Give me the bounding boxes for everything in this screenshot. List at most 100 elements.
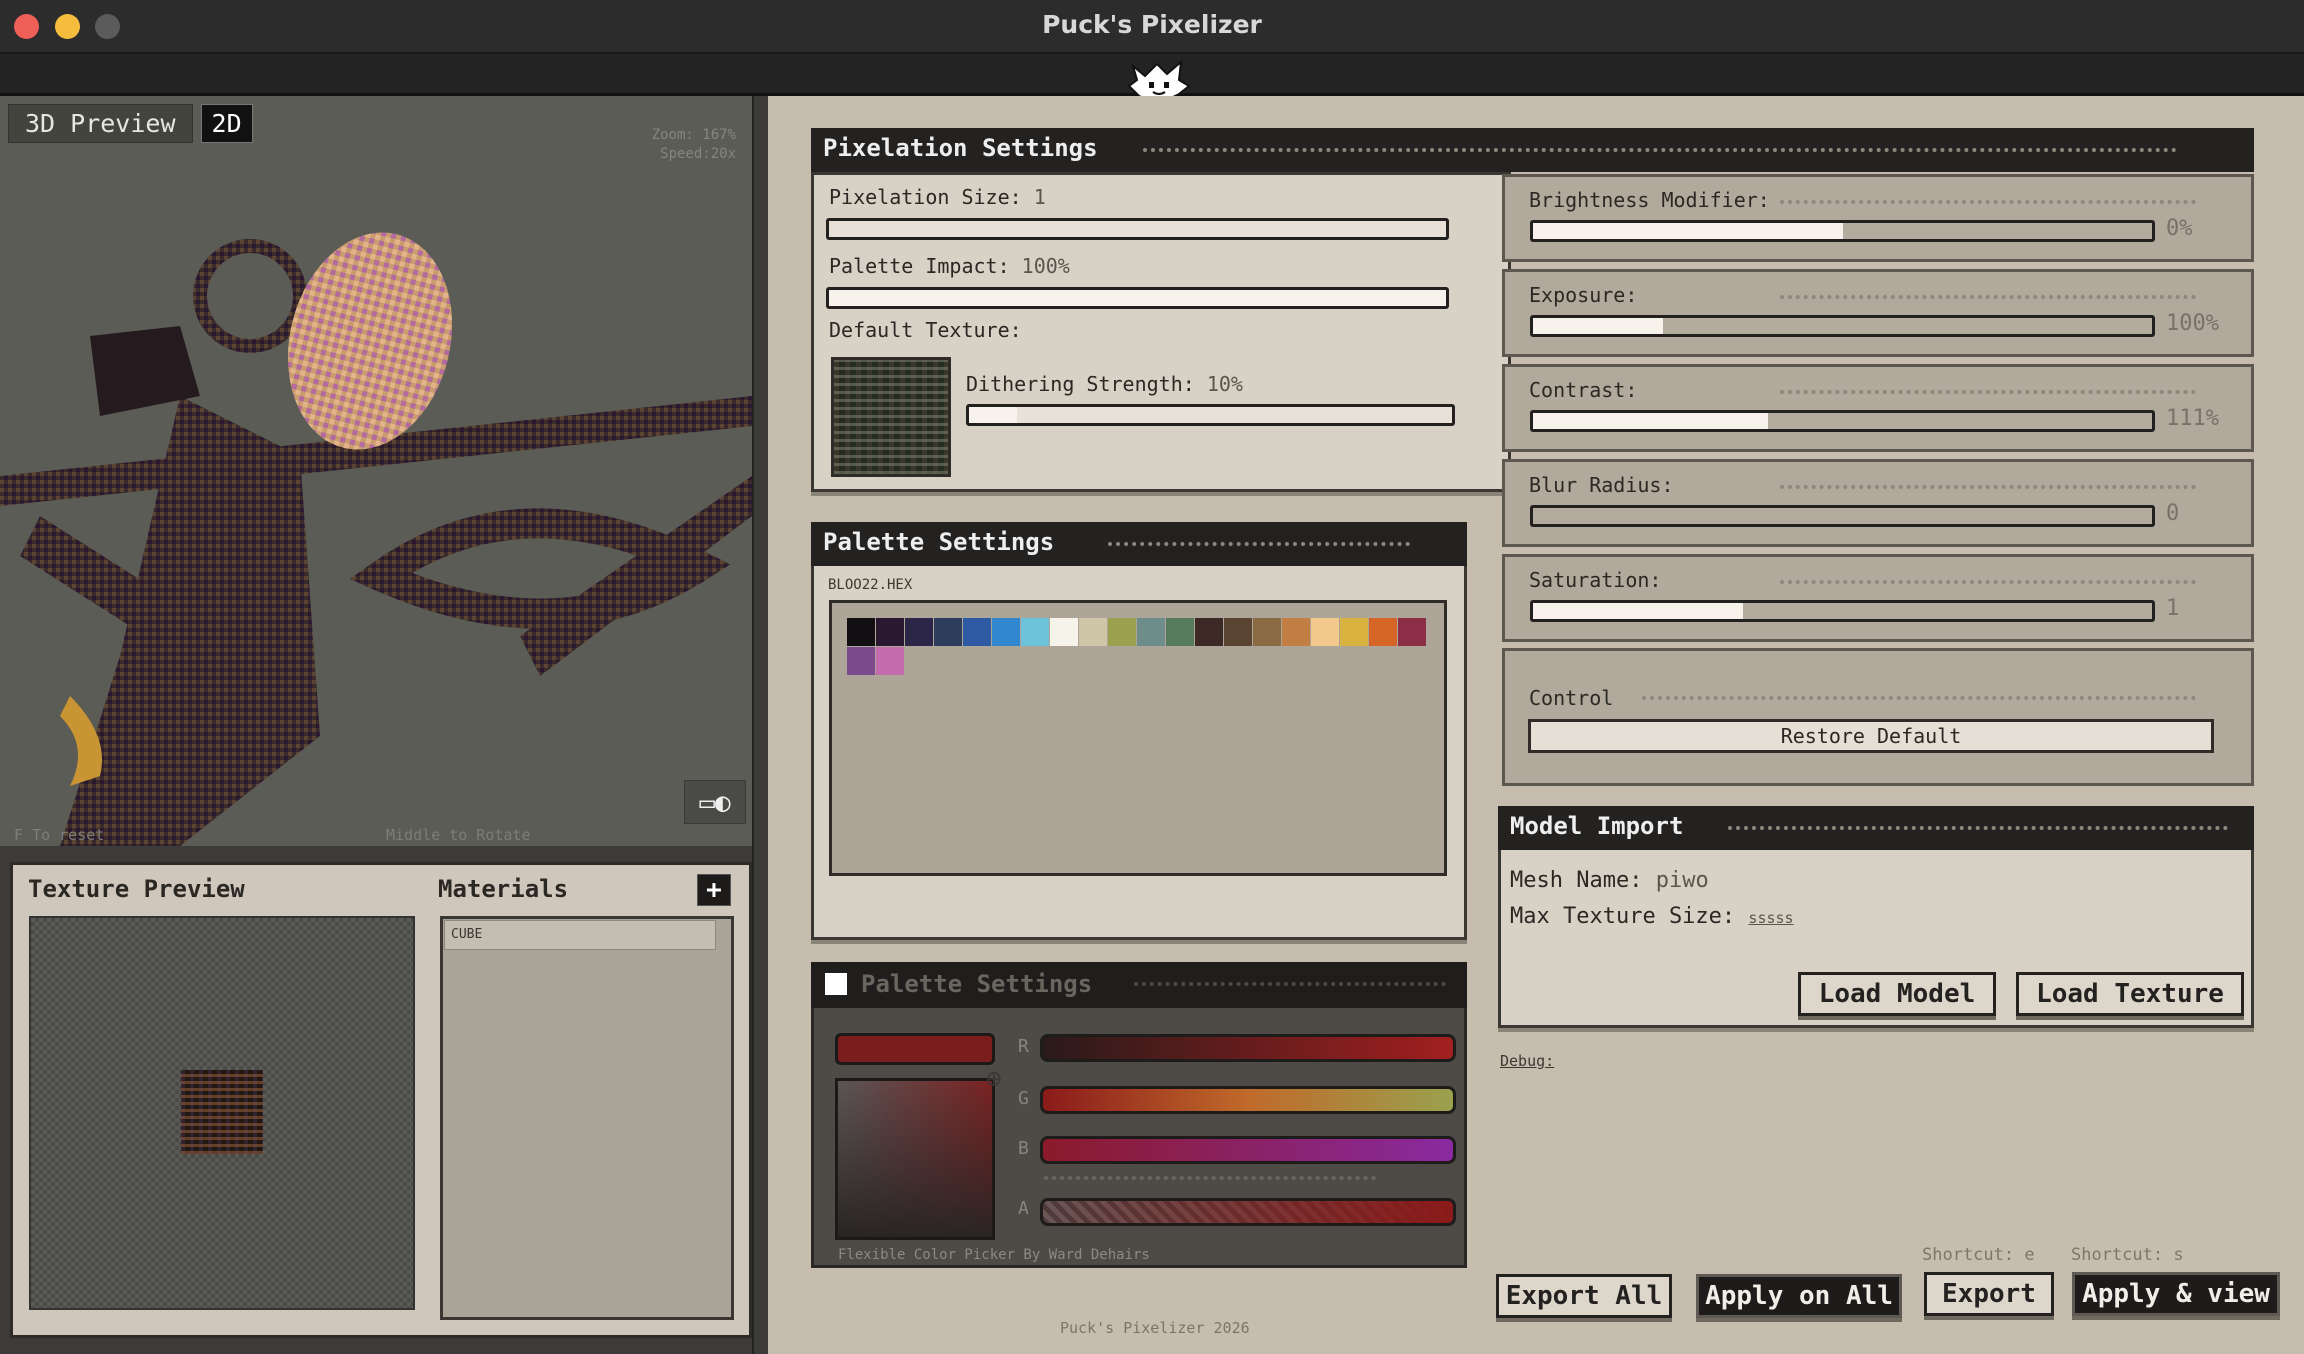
apply-and-view-button[interactable]: Apply & view: [2072, 1272, 2280, 1316]
debug-link[interactable]: Debug:: [1500, 1052, 1554, 1070]
export-button[interactable]: Export: [1924, 1272, 2054, 1316]
exposure-slider[interactable]: [1530, 315, 2155, 337]
channel-r-slider[interactable]: [1040, 1034, 1456, 1062]
channel-b-slider[interactable]: [1040, 1136, 1456, 1164]
palette-swatch[interactable]: [1166, 618, 1194, 646]
palette-swatch[interactable]: [934, 618, 962, 646]
dithering-label: Dithering Strength: 10%: [966, 372, 1243, 396]
palette-swatch[interactable]: [992, 618, 1020, 646]
palette-swatch[interactable]: [1195, 618, 1223, 646]
default-texture-thumbnail[interactable]: [831, 357, 951, 477]
label-dots: [1780, 390, 2196, 396]
blur-radius-slider[interactable]: [1530, 505, 2155, 527]
palette-swatch[interactable]: [1253, 618, 1281, 646]
palette-impact-value: 100%: [1021, 254, 1070, 278]
palette-swatch[interactable]: [1398, 618, 1426, 646]
slider-fill: [829, 290, 1446, 306]
palette-filename: BLOO22.HEX: [828, 577, 913, 593]
palette-swatch[interactable]: [876, 618, 904, 646]
exposure-value: 100%: [2166, 311, 2219, 336]
default-texture-label: Default Texture:: [829, 318, 1022, 342]
camera-toggle-icon[interactable]: ▭◐: [684, 780, 746, 824]
palette-swatch[interactable]: [1108, 618, 1136, 646]
label-dots: [1780, 295, 2196, 301]
header-dots: [1143, 148, 2177, 154]
palette-swatch[interactable]: [905, 618, 933, 646]
pixelation-size-slider[interactable]: [826, 218, 1449, 240]
dithering-slider[interactable]: [966, 404, 1455, 426]
saturation-label: Saturation:: [1529, 568, 1662, 592]
palette-swatch[interactable]: [963, 618, 991, 646]
palette-swatch[interactable]: [1021, 618, 1049, 646]
brightness-modifier-slider[interactable]: [1530, 220, 2155, 242]
blur-radius-label: Blur Radius:: [1529, 473, 1674, 497]
pixelation-title: Pixelation Settings: [823, 134, 1098, 162]
control-dots: [1642, 696, 2196, 702]
palette-swatch[interactable]: [1137, 618, 1165, 646]
color-picker-enable-checkbox[interactable]: [825, 973, 847, 995]
footer-text: Puck's Pixelizer 2026: [1060, 1319, 1250, 1337]
color-saturation-field[interactable]: [835, 1078, 995, 1240]
add-material-button[interactable]: +: [697, 874, 731, 906]
model-import-dots: [1728, 826, 2228, 832]
panel-divider[interactable]: [752, 96, 768, 1354]
palette-swatch[interactable]: [1369, 618, 1397, 646]
palette-swatch[interactable]: [1050, 618, 1078, 646]
slider-fill: [1533, 413, 1769, 429]
channel-g-slider[interactable]: [1040, 1086, 1456, 1114]
export-shortcut-hint: Shortcut: e: [1922, 1245, 2035, 1265]
saturation-slider[interactable]: [1530, 600, 2155, 622]
color-hex-field[interactable]: [835, 1033, 995, 1065]
zoom-readout: Zoom: 167% Speed:20x: [652, 126, 736, 164]
saturation-value: 1: [2166, 596, 2180, 621]
palette-swatch[interactable]: [847, 618, 875, 646]
slider-track: [1017, 407, 1452, 423]
export-all-button[interactable]: Export All: [1496, 1274, 1672, 1318]
texture-preview-image: [181, 1070, 263, 1154]
control-title: Control: [1529, 686, 1614, 710]
slider-fill: [1533, 603, 1744, 619]
tab-3d-preview[interactable]: 3D Preview: [8, 104, 193, 143]
label-dots: [1780, 200, 2196, 206]
tab-2d[interactable]: 2D: [200, 104, 253, 143]
materials-list[interactable]: [440, 916, 734, 1320]
window-title: Puck's Pixelizer: [1042, 10, 1262, 39]
contrast-label: Contrast:: [1529, 378, 1638, 402]
3d-viewport[interactable]: 3D Preview 2D Zoom: 167% Speed:20x F To …: [0, 96, 752, 846]
palette-swatch[interactable]: [1079, 618, 1107, 646]
picker-dots: [1044, 1176, 1376, 1182]
channel-a-label: A: [1018, 1198, 1029, 1219]
picker-header-dots: [1134, 982, 1446, 988]
apply-on-all-button[interactable]: Apply on All: [1696, 1274, 1902, 1318]
pixelation-size-label: Pixelation Size: 1: [829, 185, 1046, 209]
load-model-button[interactable]: Load Model: [1798, 972, 1996, 1016]
3d-scene-render[interactable]: [0, 96, 752, 846]
exposure-label: Exposure:: [1529, 283, 1638, 307]
max-texture-size-row: Max Texture Size: sssss: [1510, 904, 1794, 929]
palette-swatch[interactable]: [1311, 618, 1339, 646]
channel-a-slider[interactable]: [1040, 1198, 1456, 1226]
reset-hint: F To reset: [14, 826, 105, 844]
zoom-level: Zoom: 167%: [651, 127, 736, 143]
control-card: [1502, 648, 2254, 786]
slider-track: [1533, 508, 2152, 524]
palette-swatch[interactable]: [1282, 618, 1310, 646]
crosshair-icon: ⊕: [986, 1064, 1002, 1094]
apply-shortcut-hint: Shortcut: s: [2071, 1245, 2184, 1265]
restore-default-button[interactable]: Restore Default: [1528, 719, 2214, 753]
pixelation-size-value: 1: [1033, 185, 1046, 209]
title-bar: Puck's Pixelizer: [0, 0, 2304, 54]
palette-impact-slider[interactable]: [826, 287, 1449, 309]
load-texture-button[interactable]: Load Texture: [2016, 972, 2244, 1016]
max-texture-size-input[interactable]: sssss: [1748, 909, 1793, 927]
palette-swatch[interactable]: [876, 647, 904, 675]
palette-swatch[interactable]: [847, 647, 875, 675]
model-import-title: Model Import: [1510, 812, 1684, 840]
palette-swatch[interactable]: [1340, 618, 1368, 646]
label-dots: [1780, 485, 2196, 491]
material-item[interactable]: CUBE: [444, 920, 716, 950]
rotate-hint: Middle to Rotate: [386, 826, 531, 844]
slider-track: [829, 221, 1446, 237]
contrast-slider[interactable]: [1530, 410, 2155, 432]
palette-swatch[interactable]: [1224, 618, 1252, 646]
